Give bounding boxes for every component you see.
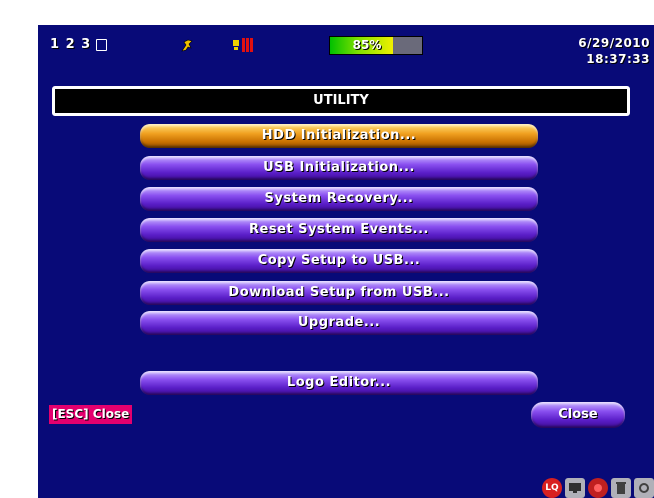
dvr-screen: 1 2 3 85% 6/29/2010 18:37:33 UTILITY HDD… [38, 25, 654, 498]
reset-system-events-button[interactable]: Reset System Events... [140, 218, 538, 242]
esc-close-hint[interactable]: [ESC] Close [49, 405, 133, 424]
status-tray: LQ [542, 476, 654, 498]
network-icon [233, 38, 253, 52]
hdd-usage-text: 85% [352, 38, 382, 52]
lq-icon[interactable]: LQ [542, 478, 562, 498]
settings-icon[interactable] [634, 478, 654, 498]
hdd-initialization-button[interactable]: HDD Initialization... [140, 124, 538, 148]
monitor-icon[interactable] [565, 478, 585, 498]
upgrade-button[interactable]: Upgrade... [140, 311, 538, 335]
close-button[interactable]: Close [531, 402, 625, 428]
logo-editor-button[interactable]: Logo Editor... [140, 371, 538, 395]
page-title: UTILITY [52, 86, 630, 116]
trash-icon[interactable] [611, 478, 631, 498]
copy-setup-to-usb-button[interactable]: Copy Setup to USB... [140, 249, 538, 273]
channel-indicator: 1 2 3 [50, 37, 108, 52]
download-setup-from-usb-button[interactable]: Download Setup from USB... [140, 281, 538, 305]
hdd-usage-bar: 85% [329, 36, 423, 55]
time-text: 18:37:33 [586, 52, 650, 66]
running-man-icon [181, 39, 193, 52]
datetime: 6/29/2010 18:37:33 [578, 35, 650, 67]
system-recovery-button[interactable]: System Recovery... [140, 187, 538, 211]
date-text: 6/29/2010 [578, 36, 650, 50]
usb-initialization-button[interactable]: USB Initialization... [140, 156, 538, 180]
channel-box-icon [96, 38, 108, 51]
record-icon[interactable] [588, 478, 608, 498]
channel-numbers: 1 2 3 [50, 37, 92, 52]
